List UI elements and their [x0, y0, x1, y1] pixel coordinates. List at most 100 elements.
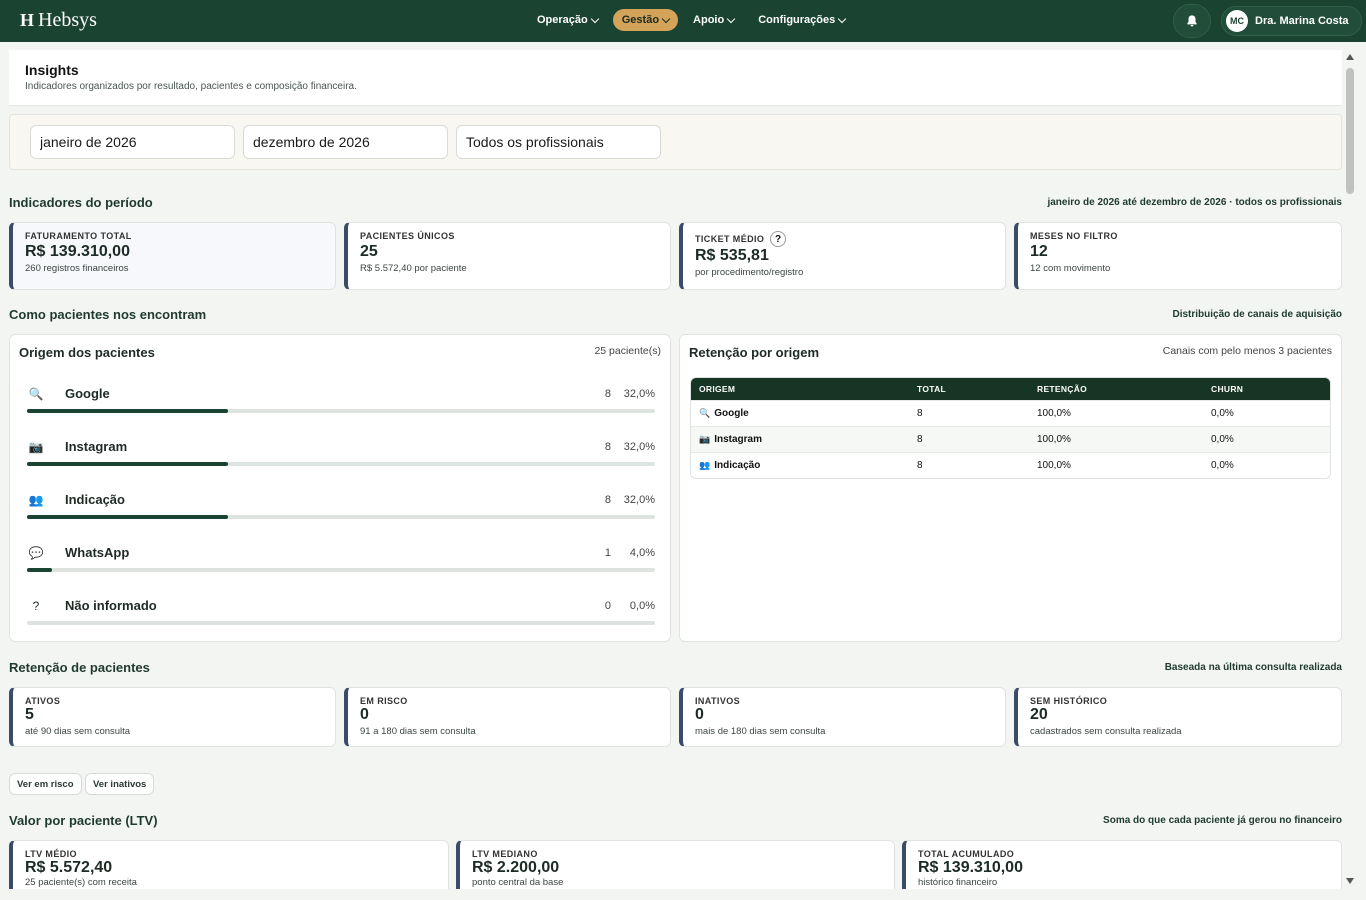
help-icon[interactable]: ? [770, 231, 787, 247]
nav-configuracoes[interactable]: Configurações [749, 9, 854, 31]
origin-bar-track [27, 568, 655, 572]
kpi-faturamento: FATURAMENTO TOTAL R$ 139.310,00 260 regi… [9, 222, 336, 290]
section-note-retention: Baseada na última consulta realizada [1164, 662, 1342, 673]
page-scrollbar[interactable] [1344, 50, 1356, 890]
section-title-period: Indicadores do período [9, 195, 153, 210]
column-header[interactable]: ORIGEM [691, 378, 909, 400]
kpi-value: R$ 5.572,40 [25, 859, 113, 876]
origin-name: WhatsApp [65, 545, 130, 560]
kpi-sub: histórico financeiro [918, 877, 998, 888]
table-row: 🔍 Google 8 100,0% 0,0% [691, 400, 1330, 426]
kpi-value: 0 [360, 706, 369, 723]
table-row: 📷 Instagram 8 100,0% 0,0% [691, 426, 1330, 452]
kpi-sub: cadastrados sem consulta realizada [1030, 726, 1182, 737]
scroll-down-arrow-icon[interactable] [1346, 878, 1354, 884]
kpi-label: TOTAL ACUMULADO [918, 849, 1015, 859]
search-icon: 🔍 [28, 387, 44, 401]
origin-count: 8 [604, 388, 611, 400]
origin-count: 8 [604, 441, 611, 453]
user-name: Dra. Marina Costa [1255, 15, 1349, 27]
table-header-row: ORIGEM TOTAL RETENÇÃO CHURN [691, 378, 1330, 400]
avatar: MC [1226, 10, 1248, 32]
origins-panel: Origem dos pacientes 25 paciente(s) 🔍 Goo… [9, 334, 671, 642]
total-cell: 8 [909, 452, 1029, 478]
kpi-value: 0 [695, 706, 704, 723]
origin-bar-track [27, 515, 655, 519]
chevron-down-icon [661, 14, 671, 23]
retention-cell: 100,0% [1029, 400, 1203, 426]
kpi-label: INATIVOS [695, 696, 741, 706]
page-header: Insights Indicadores organizados por res… [9, 50, 1342, 106]
kpi-sub: até 90 dias sem consulta [25, 726, 131, 737]
user-menu[interactable]: MC Dra. Marina Costa [1221, 6, 1362, 36]
brand-mark: H [20, 10, 35, 30]
section-title-ltv: Valor por paciente (LTV) [9, 813, 158, 828]
nav-apoio[interactable]: Apoio [684, 9, 743, 31]
section-title-retention: Retenção de pacientes [9, 660, 150, 675]
origin-row: 👥 Indicação 8 32,0% [27, 489, 655, 529]
page-subtitle: Indicadores organizados por resultado, p… [25, 81, 357, 92]
churn-cell: 0,0% [1203, 452, 1330, 478]
nav-gestao[interactable]: Gestão [612, 9, 679, 31]
kpi-label-row: TICKET MÉDIO ? [695, 231, 993, 247]
chevron-down-icon [726, 14, 736, 23]
origin-name: Não informado [65, 598, 157, 613]
kpi-inativos[interactable]: INATIVOS 0 mais de 180 dias sem consulta [679, 687, 1006, 747]
column-header[interactable]: RETENÇÃO [1029, 378, 1203, 400]
section-note-ltv: Soma do que cada paciente já gerou no fi… [1103, 815, 1342, 826]
professional-select[interactable] [456, 125, 661, 159]
kpi-value: R$ 139.310,00 [918, 859, 1023, 876]
origin-bar-fill [27, 568, 53, 572]
kpi-value: 12 [1030, 243, 1048, 260]
kpi-sub: 260 registros financeiros [25, 263, 129, 274]
kpi-em-risco[interactable]: EM RISCO 0 91 a 180 dias sem consulta [344, 687, 671, 747]
panel-title: Origem dos pacientes [19, 345, 155, 360]
scroll-up-arrow-icon[interactable] [1346, 54, 1354, 60]
view-at-risk-button[interactable]: Ver em risco [9, 773, 82, 795]
bell-icon [1187, 15, 1197, 27]
origin-bar-fill [27, 409, 228, 413]
kpi-value: 25 [360, 243, 378, 260]
retention-cell: 100,0% [1029, 426, 1203, 452]
retention-by-origin-panel: Retenção por origem Canais com pelo meno… [679, 334, 1342, 642]
filter-bar [9, 114, 1342, 170]
kpi-label: LTV MÉDIO [25, 849, 77, 859]
nav-label: Gestão [621, 14, 660, 26]
kpi-label: PACIENTES ÚNICOS [360, 231, 455, 241]
kpi-value: R$ 535,81 [695, 247, 769, 264]
kpi-sub: 91 a 180 dias sem consulta [360, 726, 476, 737]
origin-percent: 32,0% [623, 494, 655, 506]
kpi-ativos[interactable]: ATIVOS 5 até 90 dias sem consulta [9, 687, 336, 747]
kpi-sub: mais de 180 dias sem consulta [695, 726, 826, 737]
origin-cell: 👥 Indicação [699, 460, 901, 471]
kpi-value: 5 [25, 706, 34, 723]
search-icon: 🔍 [699, 408, 711, 418]
scroll-thumb[interactable] [1346, 68, 1354, 194]
main-nav: Operação Gestão Apoio Configurações [528, 9, 854, 31]
origin-name: Instagram [65, 439, 128, 454]
nav-operacao[interactable]: Operação [528, 9, 607, 31]
panel-title: Retenção por origem [689, 345, 820, 360]
nav-label: Apoio [693, 14, 725, 26]
origin-name: Instagram [714, 434, 763, 445]
brand-logo[interactable]: H Hebsys [20, 9, 97, 32]
end-month-field[interactable] [243, 125, 448, 159]
kpi-label: SEM HISTÓRICO [1030, 696, 1108, 706]
column-header[interactable]: CHURN [1203, 378, 1330, 400]
origin-name: Google [65, 386, 110, 401]
column-header[interactable]: TOTAL [909, 378, 1029, 400]
kpi-pacientes-unicos: PACIENTES ÚNICOS 25 R$ 5.572,40 por paci… [344, 222, 671, 290]
origin-cell: 📷 Instagram [699, 434, 901, 445]
start-month-field[interactable] [30, 125, 235, 159]
view-inactive-button[interactable]: Ver inativos [85, 773, 155, 795]
origin-bar-track [27, 409, 655, 413]
churn-cell: 0,0% [1203, 426, 1330, 452]
kpi-meses-no-filtro: MESES NO FILTRO 12 12 com movimento [1014, 222, 1342, 290]
section-note-period: janeiro de 2026 até dezembro de 2026 · t… [1047, 197, 1342, 208]
origin-percent: 32,0% [623, 441, 655, 453]
kpi-value: R$ 139.310,00 [25, 243, 130, 260]
notifications-button[interactable] [1173, 4, 1211, 38]
origin-row: ? Não informado 0 0,0% [27, 595, 655, 635]
kpi-sem-historico[interactable]: SEM HISTÓRICO 20 cadastrados sem consult… [1014, 687, 1342, 747]
origin-cell: 🔍 Google [699, 408, 901, 419]
